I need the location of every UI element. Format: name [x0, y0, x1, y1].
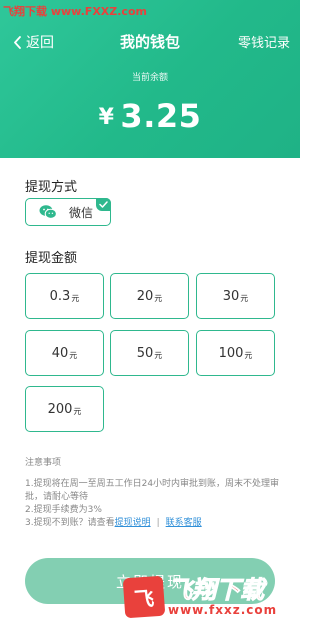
amount-option-30[interactable]: 30 元 — [196, 273, 275, 319]
amount-value: 20 — [136, 288, 154, 304]
amount-value: 100 — [218, 345, 244, 361]
wechat-method-option[interactable]: 微信 — [25, 198, 111, 226]
balance-amount: ¥3.25 — [0, 97, 300, 135]
amount-option-0.3[interactable]: 0.3 元 — [25, 273, 104, 319]
watermark-url: www.FXXZ.com — [50, 5, 147, 18]
amount-unit: 元 — [73, 406, 82, 416]
withdraw-button[interactable]: 立即提现 — [25, 558, 275, 604]
balance-value: 3.25 — [120, 97, 202, 135]
wallet-header: 飞翔下载 www.FXXZ.com 返回 我的钱包 零钱记录 当前余额 ¥3.2… — [0, 0, 300, 158]
amount-option-40[interactable]: 40 元 — [25, 330, 104, 376]
amount-unit: 元 — [71, 293, 80, 303]
note-line-3-text: 3.提现不到账？请查看 — [25, 518, 115, 528]
withdraw-explain-link[interactable]: 提现说明 — [115, 518, 151, 528]
amount-unit: 元 — [154, 293, 163, 303]
amount-value: 200 — [47, 401, 73, 417]
notes-list: 1.提现将在周一至周五工作日24小时内审批到账，周末不处理审批，请耐心等待 2.… — [25, 478, 287, 530]
balance-label: 当前余额 — [131, 73, 168, 83]
wechat-label: 微信 — [69, 205, 94, 220]
note-line-3: 3.提现不到账？请查看提现说明 | 联系客服 — [25, 517, 287, 530]
currency-symbol: ¥ — [98, 105, 115, 130]
nav-bar: 返回 我的钱包 零钱记录 — [0, 30, 300, 52]
amount-option-20[interactable]: 20 元 — [110, 273, 189, 319]
link-separator: | — [156, 518, 160, 528]
amount-value: 50 — [136, 345, 154, 361]
amount-value: 40 — [51, 345, 69, 361]
records-link[interactable]: 零钱记录 — [238, 32, 290, 51]
notes-title: 注意事项 — [25, 458, 62, 468]
note-line-2: 2.提现手续费为3% — [25, 505, 102, 515]
amount-unit: 元 — [244, 350, 253, 360]
note-line-1: 1.提现将在周一至周五工作日24小时内审批到账，周末不处理审批，请耐心等待 — [25, 479, 280, 502]
withdraw-method-title: 提现方式 — [25, 180, 78, 195]
withdraw-amount-title: 提现金额 — [25, 251, 78, 266]
amount-option-50[interactable]: 50 元 — [110, 330, 189, 376]
amount-value: 30 — [222, 288, 240, 304]
contact-support-link[interactable]: 联系客服 — [166, 518, 202, 528]
amount-unit: 元 — [154, 350, 163, 360]
wechat-icon — [39, 203, 57, 221]
logo-url: www.fxxz.com — [168, 603, 278, 617]
amount-option-200[interactable]: 200 元 — [25, 386, 104, 432]
amount-unit: 元 — [240, 293, 249, 303]
amount-unit: 元 — [69, 350, 78, 360]
watermark-site: 飞翔下载 — [3, 5, 47, 18]
watermark-text: 飞翔下载 www.FXXZ.com — [3, 3, 147, 19]
amount-option-100[interactable]: 100 元 — [196, 330, 275, 376]
amount-value: 0.3 — [49, 288, 71, 304]
check-icon — [96, 198, 111, 211]
